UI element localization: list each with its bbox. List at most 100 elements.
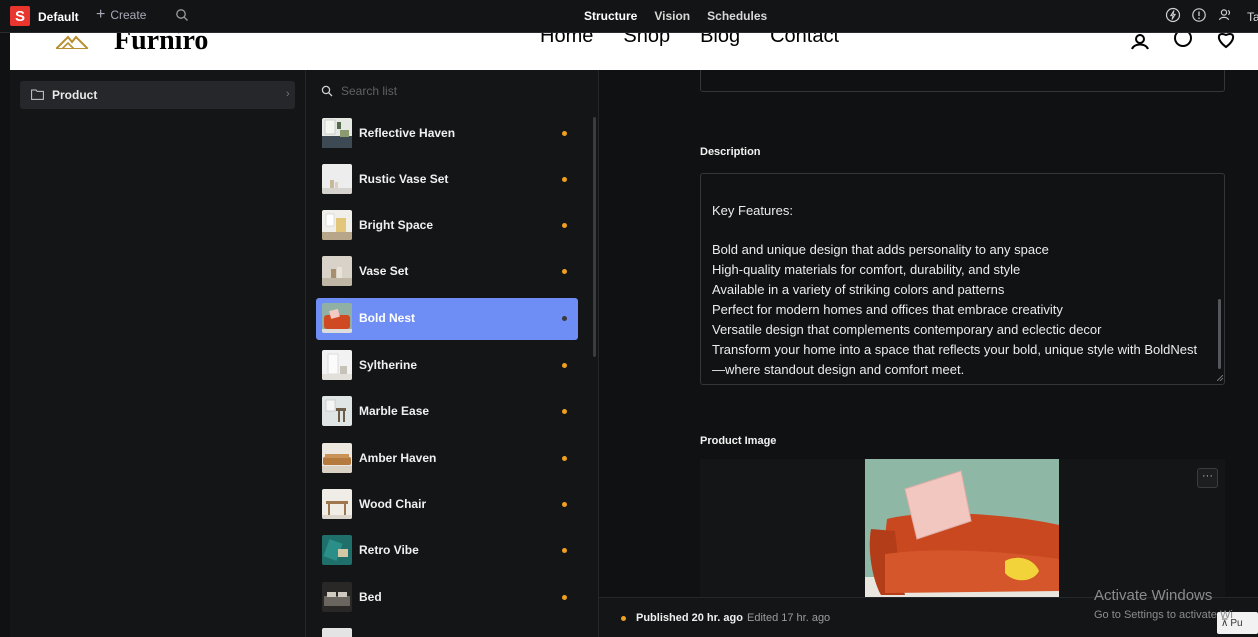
structure-pane: Product › (10, 70, 306, 637)
truncated-menu-label[interactable]: Ta (1247, 10, 1258, 24)
description-line: Perfect for modern homes and offices tha… (712, 302, 1063, 317)
list-item-label: Amber Haven (359, 451, 437, 465)
list-item-label: Bed (359, 590, 382, 604)
description-line: Transform your home into a space that re… (712, 342, 1198, 357)
description-line: Versatile design that complements contem… (712, 322, 1102, 337)
list-item-label: Retro Vibe (359, 543, 419, 557)
thumbnail-image (322, 303, 352, 333)
list-item-label: Vase Set (359, 264, 409, 278)
resize-grip-icon[interactable] (1217, 375, 1223, 381)
draft-status-dot (562, 177, 567, 182)
site-nav: Home Shop Blog Contact (540, 33, 839, 48)
thumbnail-image (322, 582, 352, 612)
site-nav-blog[interactable]: Blog (700, 33, 740, 48)
list-item-bright-space[interactable]: Bright Space (316, 205, 578, 247)
list-item-rustic-vase-set[interactable]: Rustic Vase Set (316, 159, 578, 201)
site-header-preview: Furniro Home Shop Blog Contact (10, 33, 1258, 70)
folder-icon (31, 89, 44, 100)
tab-structure[interactable]: Structure (584, 9, 637, 23)
list-item-partial[interactable] (316, 623, 578, 637)
description-line: Available in a variety of striking color… (712, 282, 1005, 297)
draft-status-dot (562, 316, 567, 321)
site-logo-text: Furniro (114, 33, 209, 56)
draft-status-dot (562, 131, 567, 136)
search-icon[interactable] (175, 8, 189, 22)
draft-status-dot (562, 456, 567, 461)
thumbnail-image (322, 396, 352, 426)
list-item-marble-ease[interactable]: Marble Ease (316, 391, 578, 433)
list-item-syltherine[interactable]: Syltherine (316, 345, 578, 387)
list-item-bold-nest[interactable]: Bold Nest (316, 298, 578, 340)
list-scrollbar[interactable] (593, 117, 596, 357)
site-nav-shop[interactable]: Shop (623, 33, 670, 48)
list-item-bed[interactable]: Bed (316, 577, 578, 619)
list-search (321, 84, 541, 98)
list-item-wood-chair[interactable]: Wood Chair (316, 484, 578, 526)
thumbnail-image (322, 628, 352, 637)
list-item-label: Marble Ease (359, 404, 430, 418)
edited-status: Edited 17 hr. ago (747, 612, 831, 624)
draft-status-dot (562, 548, 567, 553)
list-item-reflective-haven[interactable]: Reflective Haven (316, 113, 578, 155)
heart-icon[interactable] (1214, 33, 1238, 57)
list-item-label: Syltherine (359, 358, 418, 372)
list-item-label: Bright Space (359, 218, 434, 232)
list-item-label: Reflective Haven (359, 126, 456, 140)
bolt-icon[interactable] (1165, 7, 1181, 23)
tool-tabs: Structure Vision Schedules (584, 9, 767, 23)
site-nav-home[interactable]: Home (540, 33, 593, 48)
list-item-label: Wood Chair (359, 497, 427, 511)
previous-field-input[interactable] (700, 70, 1225, 92)
list-item-label: Bold Nest (359, 311, 416, 325)
studio-logo[interactable]: S (10, 6, 30, 26)
draft-status-dot (562, 363, 567, 368)
users-icon[interactable] (1217, 7, 1233, 23)
help-icon[interactable] (1191, 7, 1207, 23)
tab-vision[interactable]: Vision (654, 9, 690, 23)
description-label: Description (700, 146, 761, 158)
activate-windows-subtitle: Go to Settings to activate Wi (1094, 609, 1233, 621)
furniro-logo-icon (56, 35, 88, 49)
draft-status-dot (621, 616, 626, 621)
account-icon[interactable] (1130, 33, 1154, 57)
list-item-retro-vibe[interactable]: Retro Vibe (316, 530, 578, 572)
document-list-pane: Reflective Haven Rustic Vase Set Bright … (306, 70, 599, 637)
draft-status-dot (562, 269, 567, 274)
create-button[interactable]: + Create (96, 7, 147, 23)
top-icon-group (1165, 7, 1233, 23)
description-line: Bold and unique design that adds persona… (712, 242, 1049, 257)
thumbnail-image (322, 443, 352, 473)
description-line: High-quality materials for comfort, dura… (712, 262, 1021, 277)
product-image-field[interactable]: ··· (700, 459, 1225, 599)
thumbnail-image (322, 164, 352, 194)
thumbnail-image (322, 118, 352, 148)
product-image (865, 459, 1059, 599)
list-item-amber-haven[interactable]: Amber Haven (316, 438, 578, 480)
thumbnail-image (322, 489, 352, 519)
thumbnail-image (322, 210, 352, 240)
structure-item-product[interactable]: Product › (20, 81, 295, 109)
document-editor-pane: Description Key Features: Bold and uniqu… (599, 70, 1258, 637)
studio-topbar: S Default + Create Structure Vision Sche… (0, 0, 1258, 33)
list-item-vase-set[interactable]: Vase Set (316, 251, 578, 293)
textarea-scrollbar[interactable] (1218, 299, 1221, 369)
description-line: —where standout design and comfort meet. (712, 362, 965, 377)
description-textarea[interactable]: Key Features: Bold and unique design tha… (700, 173, 1225, 385)
search-icon (321, 85, 333, 97)
chevron-right-icon: › (286, 88, 290, 100)
more-options-button[interactable]: ··· (1197, 468, 1218, 488)
thumbnail-image (322, 256, 352, 286)
draft-status-dot (562, 595, 567, 600)
draft-status-dot (562, 502, 567, 507)
activate-windows-title: Activate Windows (1094, 587, 1213, 604)
site-search-icon[interactable] (1172, 33, 1196, 57)
create-label: Create (110, 8, 147, 22)
thumbnail-image (322, 535, 352, 565)
tab-schedules[interactable]: Schedules (707, 9, 767, 23)
site-nav-contact[interactable]: Contact (770, 33, 839, 48)
published-status: Published 20 hr. ago (636, 612, 743, 624)
site-icon-group (1130, 33, 1238, 57)
product-image-label: Product Image (700, 435, 777, 447)
list-search-input[interactable] (341, 84, 541, 98)
workspace-name[interactable]: Default (38, 10, 79, 24)
